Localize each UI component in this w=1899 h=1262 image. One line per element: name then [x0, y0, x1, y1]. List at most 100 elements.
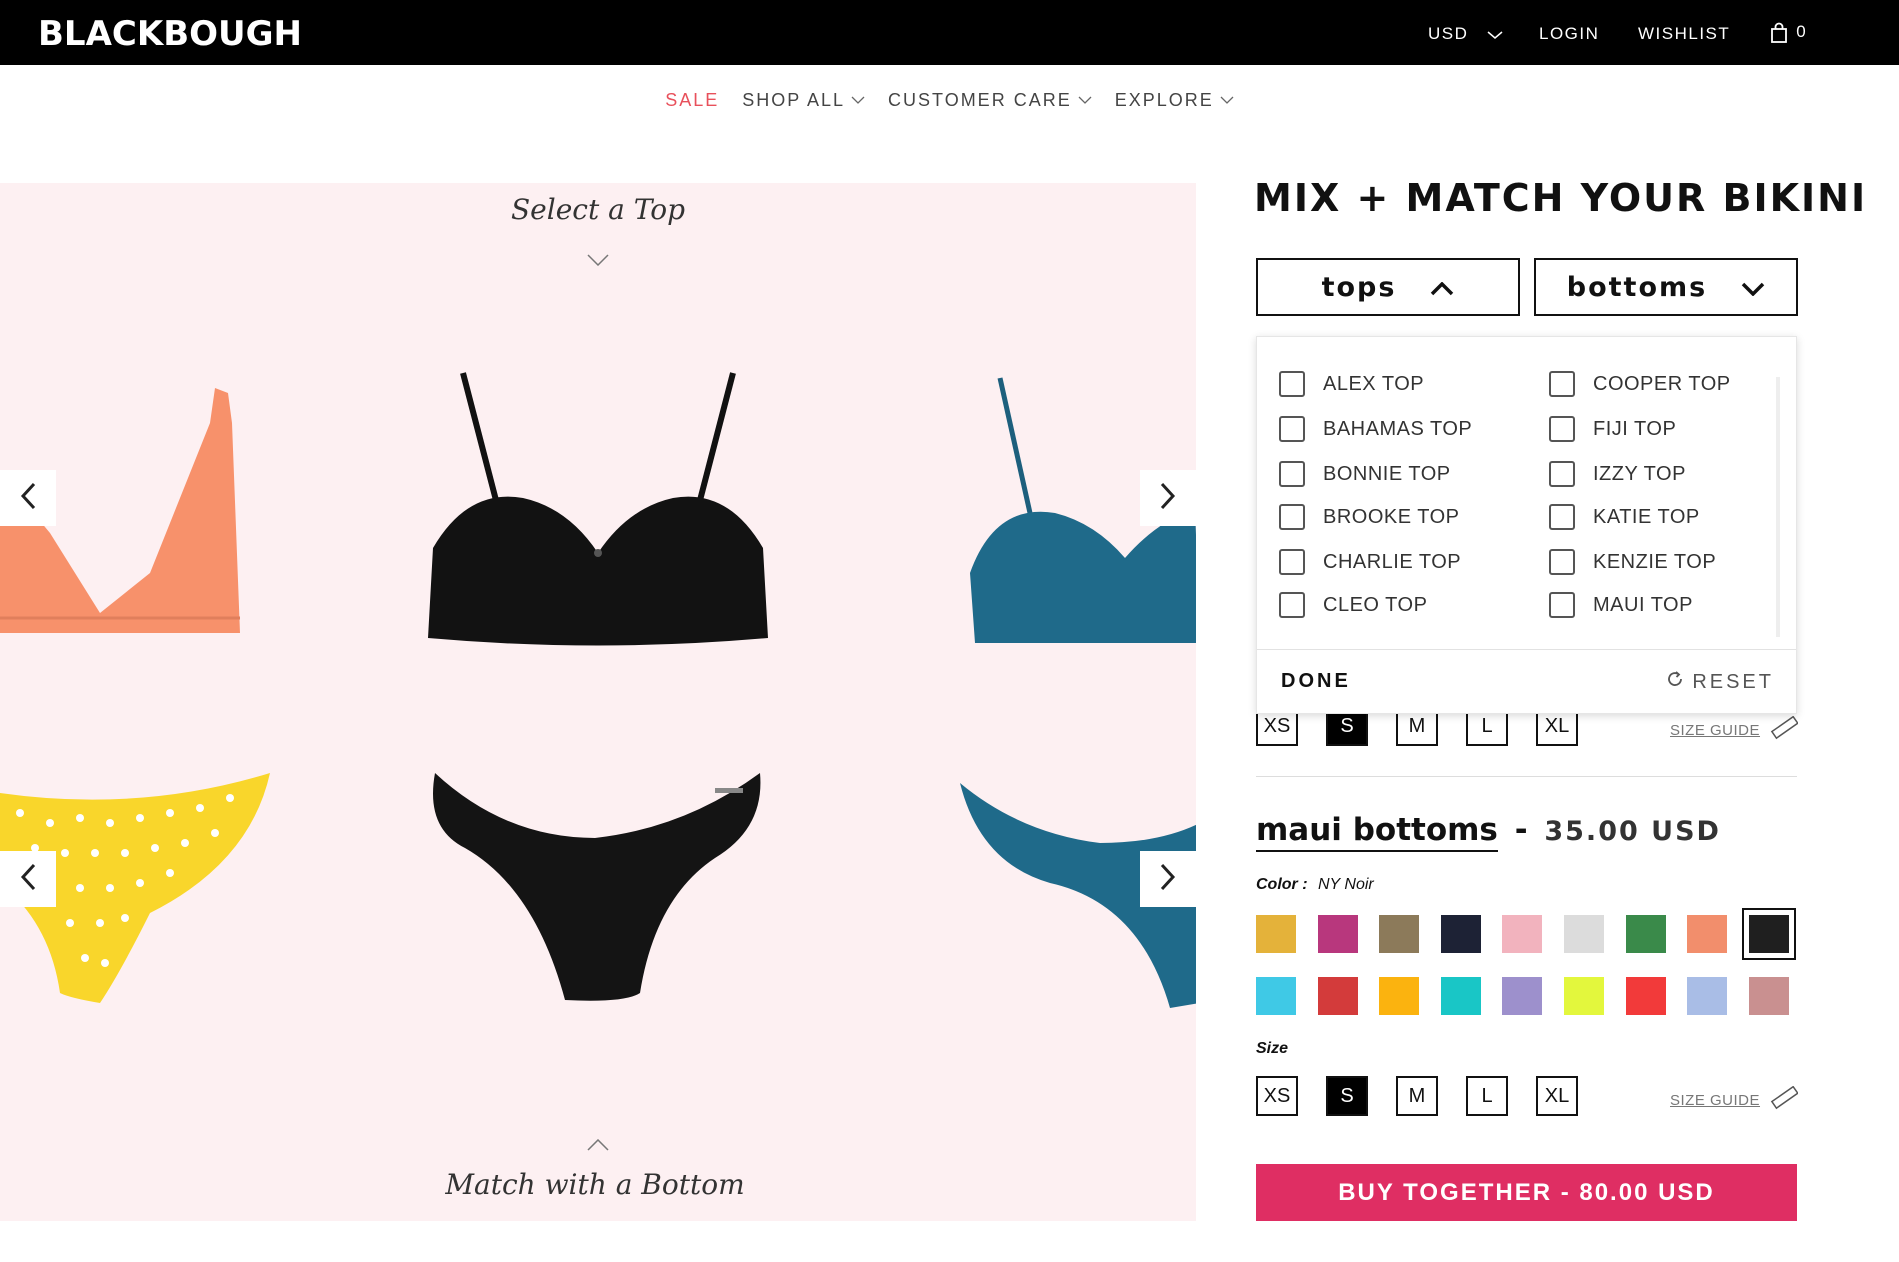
checkbox[interactable] — [1279, 504, 1305, 530]
color-swatch[interactable] — [1564, 915, 1604, 953]
checkbox[interactable] — [1549, 504, 1575, 530]
bottoms-price: 35.00 USD — [1544, 816, 1721, 847]
tops-prev-button[interactable] — [0, 470, 56, 526]
color-swatch[interactable] — [1687, 977, 1728, 1015]
size-option[interactable]: S — [1326, 1076, 1368, 1116]
login-link[interactable]: LOGIN — [1539, 24, 1599, 44]
dropdown-footer: DONE RESET — [1257, 649, 1796, 713]
color-swatch[interactable] — [1440, 977, 1481, 1015]
color-swatch[interactable] — [1625, 915, 1666, 953]
option-cooper-top[interactable]: COOPER TOP — [1549, 371, 1731, 397]
refresh-icon — [1666, 670, 1684, 694]
color-swatch[interactable] — [1440, 915, 1481, 953]
reset-label: RESET — [1692, 670, 1774, 693]
size-option[interactable]: M — [1396, 1076, 1438, 1116]
option-kenzie-top[interactable]: KENZIE TOP — [1549, 549, 1716, 575]
chevron-left-icon — [20, 863, 36, 896]
divider — [1256, 776, 1797, 777]
bottoms-prev-button[interactable] — [0, 851, 56, 907]
chevron-left-icon — [20, 482, 36, 515]
option-katie-top[interactable]: KATIE TOP — [1549, 504, 1700, 530]
checkbox[interactable] — [1279, 461, 1305, 487]
bottoms-next-button[interactable] — [1140, 851, 1196, 907]
bottoms-select[interactable]: bottoms — [1534, 258, 1798, 316]
checkbox[interactable] — [1549, 592, 1575, 618]
option-fiji-top[interactable]: FIJI TOP — [1549, 416, 1676, 442]
main-nav: SALE SHOP ALL CUSTOMER CARE EXPLORE — [0, 88, 1899, 111]
nav-shop-all[interactable]: SHOP ALL — [742, 88, 865, 111]
size-option[interactable]: XL — [1536, 1076, 1578, 1116]
color-swatch[interactable] — [1256, 915, 1296, 953]
color-swatch[interactable] — [1379, 977, 1420, 1015]
chevron-down-icon — [1220, 88, 1234, 109]
option-label: BAHAMAS TOP — [1323, 417, 1473, 440]
option-brooke-top[interactable]: BROOKE TOP — [1279, 504, 1460, 530]
option-bahamas-top[interactable]: BAHAMAS TOP — [1279, 416, 1472, 442]
color-swatch[interactable] — [1256, 977, 1296, 1015]
brand-logo[interactable]: BLACKBOUGH — [38, 14, 302, 54]
option-label: CHARLIE TOP — [1323, 550, 1462, 573]
bottoms-product-title: maui bottoms - 35.00 USD — [1256, 812, 1721, 852]
reset-button[interactable]: RESET — [1666, 670, 1774, 694]
size-option[interactable]: XS — [1256, 1076, 1298, 1116]
bottom-size-guide-link[interactable]: SIZE GUIDE — [1670, 1085, 1799, 1114]
top-size-guide-link[interactable]: SIZE GUIDE — [1670, 715, 1799, 744]
color-swatch[interactable] — [1564, 977, 1604, 1015]
tops-dropdown: ALEX TOP BAHAMAS TOP BONNIE TOP BROOKE T… — [1256, 336, 1797, 714]
nav-customer-care[interactable]: CUSTOMER CARE — [888, 88, 1092, 111]
checkbox[interactable] — [1549, 416, 1575, 442]
option-bonnie-top[interactable]: BONNIE TOP — [1279, 461, 1451, 487]
wishlist-link[interactable]: WISHLIST — [1638, 24, 1730, 44]
bottoms-name[interactable]: maui bottoms — [1256, 812, 1498, 852]
chevron-down-icon — [851, 88, 865, 109]
color-swatch[interactable] — [1317, 977, 1358, 1015]
option-label: IZZY TOP — [1593, 462, 1686, 485]
option-label: ALEX TOP — [1323, 372, 1425, 395]
nav-explore-label: EXPLORE — [1114, 90, 1214, 110]
chevron-up-icon — [1430, 272, 1454, 303]
nav-explore[interactable]: EXPLORE — [1115, 88, 1234, 111]
size-option[interactable]: L — [1466, 1076, 1508, 1116]
product-stage: Select a Top Match with a Bottom — [0, 183, 1196, 1221]
color-swatch[interactable] — [1741, 908, 1796, 960]
dropdown-scrollbar[interactable] — [1776, 377, 1780, 637]
color-swatch[interactable] — [1748, 977, 1789, 1015]
color-swatch[interactable] — [1502, 915, 1543, 953]
checkbox[interactable] — [1279, 371, 1305, 397]
nav-sale[interactable]: SALE — [665, 90, 719, 111]
color-swatch[interactable] — [1625, 977, 1666, 1015]
option-charlie-top[interactable]: CHARLIE TOP — [1279, 549, 1461, 575]
checkbox[interactable] — [1279, 416, 1305, 442]
checkbox[interactable] — [1549, 461, 1575, 487]
option-cleo-top[interactable]: CLEO TOP — [1279, 592, 1427, 618]
cart-button[interactable]: 0 — [1770, 22, 1807, 44]
currency-selector[interactable]: USD — [1428, 24, 1503, 44]
tops-select[interactable]: tops — [1256, 258, 1520, 316]
option-alex-top[interactable]: ALEX TOP — [1279, 371, 1424, 397]
buy-together-button[interactable]: BUY TOGETHER - 80.00 USD — [1256, 1164, 1797, 1221]
top-product-center[interactable] — [428, 368, 768, 653]
checkbox[interactable] — [1279, 592, 1305, 618]
option-label: CLEO TOP — [1323, 593, 1428, 616]
color-swatch[interactable] — [1379, 915, 1420, 953]
size-label: Size — [1256, 1040, 1289, 1057]
color-swatch[interactable] — [1502, 977, 1543, 1015]
select-top-label: Select a Top — [511, 193, 685, 226]
color-swatch[interactable] — [1317, 915, 1358, 953]
option-label: FIJI TOP — [1593, 417, 1677, 440]
done-button[interactable]: DONE — [1281, 670, 1351, 693]
chevron-up-icon — [587, 1138, 609, 1156]
checkbox[interactable] — [1279, 549, 1305, 575]
checkbox[interactable] — [1549, 371, 1575, 397]
shopping-bag-icon — [1770, 22, 1794, 43]
tops-next-button[interactable] — [1140, 470, 1196, 526]
bottom-product-center[interactable] — [425, 768, 765, 1013]
chevron-right-icon — [1160, 863, 1176, 896]
chevron-right-icon — [1160, 482, 1176, 515]
top-bar: BLACKBOUGH USD LOGIN WISHLIST 0 — [0, 0, 1899, 65]
checkbox[interactable] — [1549, 549, 1575, 575]
title-separator: - — [1514, 812, 1528, 848]
option-izzy-top[interactable]: IZZY TOP — [1549, 461, 1686, 487]
color-swatch[interactable] — [1687, 915, 1728, 953]
option-maui-top[interactable]: MAUI TOP — [1549, 592, 1693, 618]
